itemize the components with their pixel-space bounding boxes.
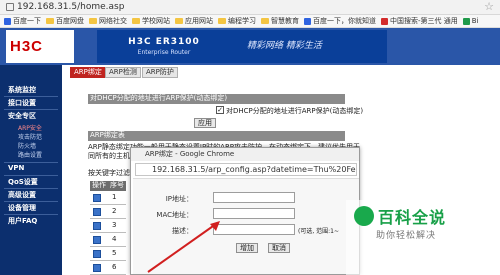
table-row: 3: [90, 219, 126, 233]
tab-arp-protect[interactable]: ARP防护: [142, 67, 178, 78]
edit-icon[interactable]: [93, 208, 101, 216]
paw-icon: [304, 17, 311, 25]
paw-icon: [4, 17, 11, 25]
divider: [4, 214, 58, 215]
globe-icon: [381, 17, 388, 25]
dialog-title: ARP绑定 - Google Chrome: [131, 148, 359, 161]
tab-arp-binding[interactable]: ARP绑定: [70, 67, 106, 78]
sidebar: 系统监控 接口设置 安全专区 ARP安全 攻击防范 防火墙 路由设置 VPN Q…: [0, 65, 62, 275]
browser-address-bar[interactable]: 192.168.31.5/home.asp ☆: [0, 0, 500, 15]
table-row: 2: [90, 205, 126, 219]
url-field[interactable]: 192.168.31.5/home.asp: [6, 1, 266, 13]
bookmark-item[interactable]: 百度网盘: [46, 16, 84, 26]
apply-button[interactable]: 应用: [194, 118, 216, 128]
bookmark-item[interactable]: 中国搜索-第三代 通用: [381, 16, 458, 26]
folder-icon: [218, 18, 226, 24]
sidebar-item-security[interactable]: 安全专区: [8, 111, 36, 121]
checkbox-label: 对DHCP分配的地址进行ARP保护(动态绑定): [226, 107, 364, 115]
sidebar-item-qos[interactable]: QoS设置: [8, 177, 38, 187]
page-icon: [6, 3, 14, 11]
slogan: 精彩网络 精彩生活: [247, 41, 322, 51]
cancel-button[interactable]: 取消: [268, 243, 290, 253]
divider: [4, 201, 58, 202]
divider: [4, 188, 58, 189]
description-text: 同所有的主机: [88, 152, 130, 160]
watermark: 百科全说 助你轻松解决: [346, 200, 500, 275]
product-subtitle: Enterprise Router: [137, 49, 191, 56]
table-row: 5: [90, 247, 126, 261]
table-row: 4: [90, 233, 126, 247]
sidebar-item-arp-security[interactable]: ARP安全: [18, 123, 42, 132]
watermark-slogan: 助你轻松解决: [376, 231, 437, 241]
edit-icon[interactable]: [93, 264, 101, 272]
sidebar-item-system-monitor[interactable]: 系统监控: [8, 85, 36, 95]
column-header-index: 序号: [108, 181, 126, 191]
folder-icon: [261, 18, 269, 24]
sidebar-item-advanced[interactable]: 高级设置: [8, 190, 36, 200]
filter-label: 按关键字过滤: [88, 169, 130, 177]
watermark-logo: 百科全说: [354, 204, 446, 228]
sidebar-item-vpn[interactable]: VPN: [8, 164, 24, 172]
bookmark-star-icon[interactable]: ☆: [484, 0, 494, 13]
bookmarks-bar: 百度一下 百度网盘 网络社交 学校网站 应用网站 编程学习 智慧教育 百度一下，…: [0, 15, 500, 28]
section-title: ARP绑定表: [88, 131, 345, 141]
sidebar-item-route[interactable]: 路由设置: [18, 150, 42, 159]
bookmark-item[interactable]: 学校网站: [132, 16, 170, 26]
bookmark-item[interactable]: 智慧教育: [261, 16, 299, 26]
product-name: H3C ER3100: [128, 37, 200, 47]
sidebar-item-faq[interactable]: 用户FAQ: [8, 216, 37, 226]
product-banner: H3C ER3100 Enterprise Router 精彩网络 精彩生活: [97, 30, 387, 63]
edit-icon[interactable]: [93, 222, 101, 230]
table-row: 1: [90, 191, 126, 205]
folder-icon: [132, 18, 140, 24]
dialog-url[interactable]: 192.168.31.5/arp_config.asp?datetime=Thu…: [135, 163, 357, 176]
column-header-action: 操作: [90, 181, 108, 191]
bookmark-item[interactable]: 应用网站: [175, 16, 213, 26]
divider: [4, 96, 58, 97]
edit-icon[interactable]: [93, 194, 101, 202]
folder-icon: [89, 18, 97, 24]
table-row: 6: [90, 261, 126, 275]
globe-icon: [462, 17, 470, 25]
folder-icon: [46, 18, 54, 24]
url-text: 192.168.31.5/home.asp: [17, 2, 125, 12]
sidebar-item-attack-defense[interactable]: 攻击防范: [18, 132, 42, 141]
bookmark-item[interactable]: 编程学习: [218, 16, 256, 26]
add-button[interactable]: 增加: [236, 243, 258, 253]
bookmark-item[interactable]: 网络社交: [89, 16, 127, 26]
section-title: 对DHCP分配的地址进行ARP保护(动态绑定): [88, 94, 345, 104]
bookmark-item[interactable]: 百度一下: [4, 16, 41, 26]
annotation-arrow-icon: [147, 221, 220, 273]
edit-icon[interactable]: [93, 250, 101, 258]
h3c-logo: H3C: [6, 30, 74, 63]
sidebar-item-firewall[interactable]: 防火墙: [18, 141, 36, 150]
tab-arp-detect[interactable]: ARP检测: [105, 67, 141, 78]
divider: [4, 162, 58, 163]
folder-icon: [175, 18, 183, 24]
divider: [4, 109, 58, 110]
sidebar-item-device[interactable]: 设备管理: [8, 203, 36, 213]
description-hint: (可选, 范围:1~: [298, 228, 340, 235]
divider: [4, 175, 58, 176]
bookmark-item[interactable]: Bi: [462, 17, 479, 25]
bookmark-item[interactable]: 百度一下，你就知道: [304, 16, 376, 26]
dhcp-protect-checkbox[interactable]: ✓: [216, 106, 224, 114]
edit-icon[interactable]: [93, 236, 101, 244]
baike-logo-icon: [354, 206, 374, 226]
sidebar-item-interface[interactable]: 接口设置: [8, 98, 36, 108]
